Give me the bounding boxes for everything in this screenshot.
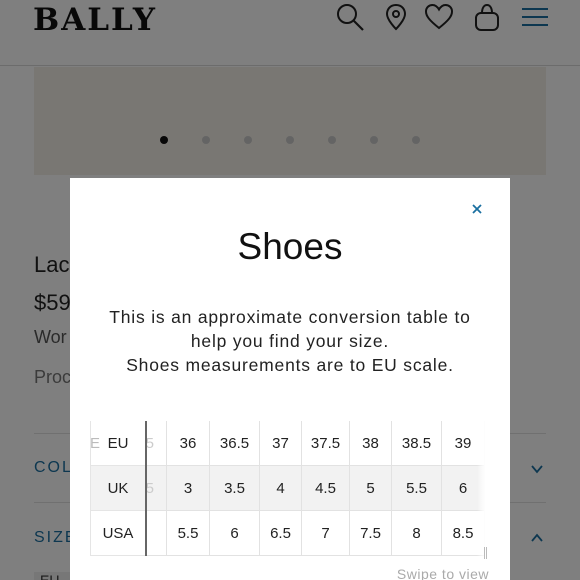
row-header-usa: USA [90, 511, 145, 556]
table-scrollbar[interactable] [484, 547, 487, 559]
table-cell: 7 [302, 511, 350, 556]
table-cell: 6.5 [260, 511, 302, 556]
size-guide-modal: Shoes This is an approximate conversion … [70, 178, 510, 580]
modal-title: Shoes [237, 226, 343, 267]
table-cell: 4.5 [302, 466, 350, 511]
table-cell: 36 [167, 421, 210, 466]
description-line: help you find your size. [190, 331, 390, 351]
modal-description: This is an approximate conversion table … [90, 305, 490, 377]
table-cell: 37 [260, 421, 302, 466]
table-cell: 5 [350, 466, 392, 511]
table-cell: 37.5 [302, 421, 350, 466]
table-cell: 5 [147, 421, 167, 466]
table-fade [477, 421, 485, 556]
table-cell [147, 511, 167, 556]
table-cell: 7.5 [350, 511, 392, 556]
row-header-uk: UK [90, 466, 145, 511]
table-cell: 3.5 [210, 466, 260, 511]
table-cell: 5 [147, 466, 167, 511]
table-scroll-area[interactable]: 5 36 36.5 37 37.5 38 38.5 39 5 3 3.5 4 4.5 5 5.5 6 5.5 6 6… [147, 421, 485, 556]
table-cell: 4 [260, 466, 302, 511]
table-row: 5 36 36.5 37 37.5 38 38.5 39 [147, 421, 485, 466]
table-row: 5 3 3.5 4 4.5 5 5.5 6 [147, 466, 485, 511]
table-cell: 5.5 [392, 466, 442, 511]
swipe-hint: Swipe to view [396, 566, 489, 580]
table-grid: 5 36 36.5 37 37.5 38 38.5 39 5 3 3.5 4 4.5 5 5.5 6 5.5 6 6… [147, 421, 485, 556]
table-row: 5.5 6 6.5 7 7.5 8 8.5 [147, 511, 485, 556]
table-cell: 8 [392, 511, 442, 556]
size-conversion-table[interactable]: EU UK USA E 5 36 36.5 37 37.5 38 38.5 39 5 3 3.5 4 4… [90, 421, 485, 556]
table-cell: 5.5 [167, 511, 210, 556]
table-cell: 38 [350, 421, 392, 466]
description-line: Shoes measurements are to EU scale. [126, 355, 454, 375]
close-icon[interactable] [470, 202, 484, 216]
description-line: This is an approximate conversion table … [109, 307, 471, 327]
scrolled-edge-text: E [90, 435, 100, 452]
table-cell: 3 [167, 466, 210, 511]
table-cell: 6 [210, 511, 260, 556]
table-cell: 36.5 [210, 421, 260, 466]
table-cell: 38.5 [392, 421, 442, 466]
